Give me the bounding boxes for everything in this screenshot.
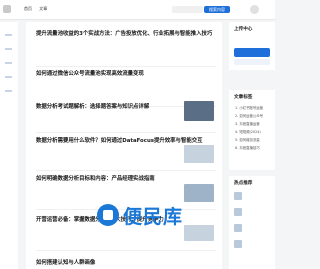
tag-item[interactable]: 3. 抖音直播运营 bbox=[235, 120, 263, 128]
nav-articles[interactable]: 文章 bbox=[39, 6, 47, 11]
site-watermark: 便民库 bbox=[95, 200, 205, 230]
nav-home[interactable]: 首页 bbox=[24, 6, 32, 11]
recommend-item[interactable] bbox=[234, 224, 272, 238]
recommend-card: 热点推荐 bbox=[229, 176, 275, 269]
tag-item[interactable]: 1. 小红书账号运营 bbox=[235, 104, 263, 112]
search-button[interactable]: 搜索内容 bbox=[204, 6, 230, 13]
watermark-text: 便民库 bbox=[123, 206, 184, 228]
article-summary bbox=[36, 118, 148, 126]
sidebar-item[interactable] bbox=[5, 34, 12, 36]
divider bbox=[36, 132, 216, 133]
sidebar-item[interactable] bbox=[5, 48, 12, 50]
upload-button[interactable] bbox=[234, 48, 270, 57]
sidebar-item[interactable] bbox=[5, 62, 12, 64]
tag-list: 1. 小红书账号运营 2. 如何运营公众号 3. 抖音直播运营 4. 短视频(2… bbox=[235, 104, 263, 152]
article-thumbnail[interactable] bbox=[184, 145, 214, 163]
article-item[interactable]: 如何搭建认知与人群画像 bbox=[36, 258, 216, 266]
article-item[interactable]: 如何通过微信公众号流量池实现高效流量变现 bbox=[36, 69, 216, 90]
divider bbox=[36, 250, 216, 251]
article-summary bbox=[36, 82, 186, 90]
article-thumbnail[interactable] bbox=[184, 101, 214, 121]
article-item[interactable]: 提升流量池收益的3个实战方法：广告投放优化、行业拓展与智能推入技巧 bbox=[36, 29, 216, 50]
upload-center-title: 上传中心 bbox=[234, 27, 253, 32]
recommend-thumbnail bbox=[234, 240, 242, 248]
site-logo[interactable] bbox=[3, 5, 11, 13]
search-input[interactable] bbox=[172, 6, 203, 13]
tags-card: 文章标签 1. 小红书账号运营 2. 如何运营公众号 3. 抖音直播运营 4. … bbox=[229, 90, 275, 170]
secondary-button[interactable] bbox=[234, 59, 270, 65]
watermark-logo-icon bbox=[97, 204, 119, 226]
tags-title: 文章标签 bbox=[234, 95, 253, 100]
article-title[interactable]: 如何通过微信公众号流量池实现高效流量变现 bbox=[36, 69, 216, 77]
main-nav: 首页 文章 bbox=[24, 6, 53, 12]
recommend-title: 热点推荐 bbox=[234, 181, 253, 186]
tag-item[interactable]: 6. 抖音直播技巧 bbox=[235, 144, 263, 152]
recommend-item[interactable] bbox=[234, 208, 272, 222]
recommend-item[interactable] bbox=[234, 240, 272, 254]
article-feed: 提升流量池收益的3个实战方法：广告投放优化、行业拓展与智能推入技巧 如何通过微信… bbox=[26, 22, 222, 269]
top-bar: 首页 文章 搜索内容 bbox=[0, 0, 275, 20]
article-summary bbox=[36, 42, 186, 50]
divider bbox=[36, 170, 216, 171]
recommend-thumbnail bbox=[234, 192, 242, 200]
tag-item[interactable]: 5. 如何增加流量 bbox=[235, 136, 263, 144]
left-sidebar bbox=[0, 22, 18, 269]
tag-item[interactable]: 4. 短视频(2024) bbox=[235, 128, 263, 136]
sidebar-item[interactable] bbox=[5, 90, 12, 92]
page: 首页 文章 搜索内容 提升流量池收益的3个实战方法：广告投放优化、行业拓展与智能… bbox=[0, 0, 275, 269]
recommend-thumbnail bbox=[234, 224, 242, 232]
article-summary bbox=[36, 152, 148, 160]
divider bbox=[36, 66, 216, 67]
sidebar-item[interactable] bbox=[5, 76, 12, 78]
article-summary bbox=[36, 190, 148, 198]
upload-center-card: 上传中心 bbox=[229, 22, 275, 70]
article-title[interactable]: 如何搭建认知与人群画像 bbox=[36, 258, 216, 266]
article-title[interactable]: 数据分析需要用什么软件？如何通过DataFocus提升效率与智能交互 bbox=[36, 136, 216, 144]
recommend-thumbnail bbox=[234, 208, 242, 216]
tag-item[interactable]: 2. 如何运营公众号 bbox=[235, 112, 263, 120]
article-title[interactable]: 如何明确数据分析目标和内容：产品经理实战指南 bbox=[36, 174, 216, 182]
recommend-item[interactable] bbox=[234, 192, 272, 206]
user-avatar[interactable] bbox=[250, 5, 259, 14]
article-title[interactable]: 提升流量池收益的3个实战方法：广告投放优化、行业拓展与智能推入技巧 bbox=[36, 29, 216, 37]
